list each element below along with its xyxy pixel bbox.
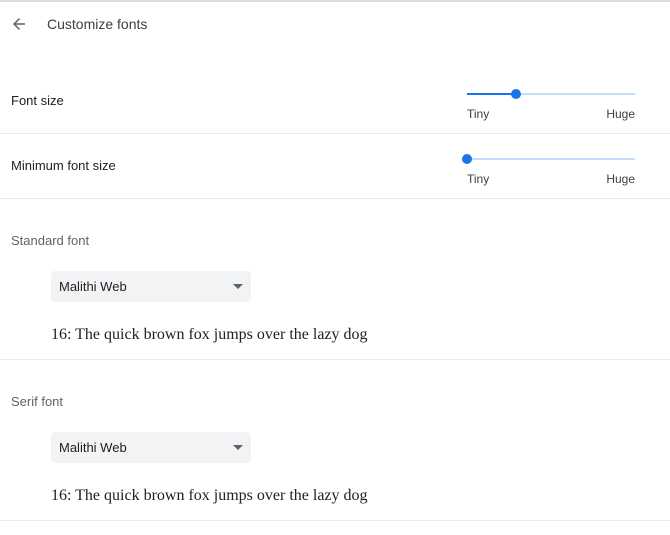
arrow-left-icon	[13, 18, 25, 30]
minimum-font-size-label: Minimum font size	[11, 158, 116, 173]
font-size-label: Font size	[11, 93, 64, 108]
customize-fonts-page: Customize fonts Font size Tiny Huge Mini…	[0, 0, 670, 535]
serif-font-sample: 16: The quick brown fox jumps over the l…	[51, 487, 368, 504]
divider	[0, 520, 670, 521]
divider	[0, 359, 670, 360]
slider-track	[467, 158, 635, 160]
page-title: Customize fonts	[47, 16, 148, 32]
dropdown-arrow-icon	[233, 284, 243, 289]
serif-font-title: Serif font	[11, 394, 64, 409]
divider	[0, 198, 670, 199]
serif-font-selected-value: Malithi Web	[59, 440, 127, 455]
slider-max-label: Huge	[606, 107, 635, 121]
standard-font-select[interactable]: Malithi Web	[51, 271, 251, 302]
slider-max-label: Huge	[606, 172, 635, 186]
dropdown-arrow-icon	[233, 445, 243, 450]
divider	[0, 133, 670, 134]
slider-knob[interactable]	[462, 154, 472, 164]
page-header: Customize fonts	[0, 2, 670, 50]
slider-min-label: Tiny	[467, 172, 490, 186]
slider-min-label: Tiny	[467, 107, 490, 121]
standard-font-sample: 16: The quick brown fox jumps over the l…	[51, 326, 368, 343]
standard-font-title: Standard font	[11, 233, 90, 248]
font-size-slider[interactable]: Tiny Huge	[467, 84, 635, 121]
standard-font-selected-value: Malithi Web	[59, 279, 127, 294]
minimum-font-size-slider[interactable]: Tiny Huge	[462, 149, 635, 186]
slider-knob[interactable]	[511, 89, 521, 99]
back-button[interactable]	[7, 12, 31, 36]
serif-font-select[interactable]: Malithi Web	[51, 432, 251, 463]
slider-fill	[467, 93, 516, 95]
